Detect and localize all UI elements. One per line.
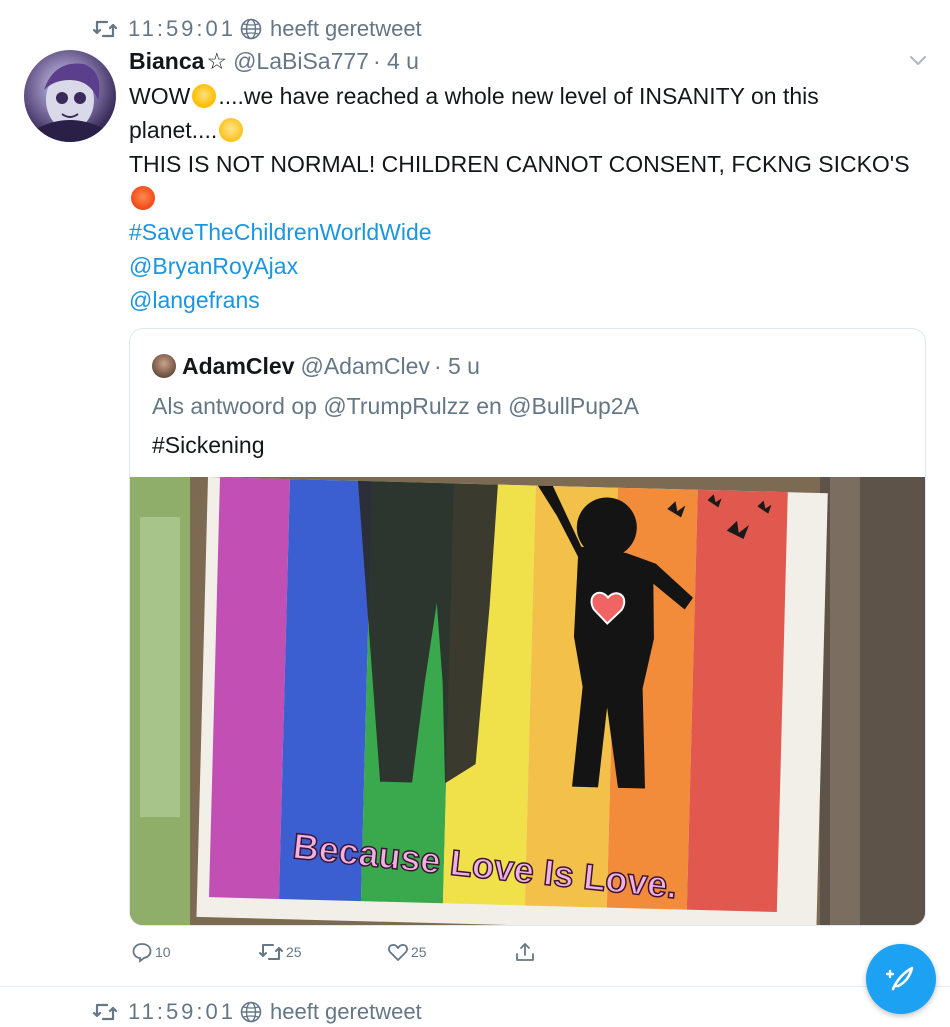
retweet-button[interactable]: 25 — [258, 938, 302, 966]
globe-icon — [240, 18, 262, 40]
user-handle[interactable]: @LaBiSa777 — [233, 48, 369, 75]
retweet-icon — [92, 20, 118, 38]
mention-link[interactable]: @langefrans — [129, 284, 260, 317]
quoted-tweet-text: #Sickening — [152, 432, 265, 458]
retweet-indicator: 11:59:01 heeft geretweet — [92, 14, 422, 44]
retweet-label: heeft geretweet — [270, 999, 422, 1024]
avatar-image — [34, 63, 106, 142]
reply-context: Als antwoord op @TrumpRulzz en @BullPup2… — [152, 393, 639, 419]
heart-icon — [388, 944, 408, 961]
retweet-label: heeft geretweet — [270, 16, 422, 41]
quoted-tweet-image[interactable]: Because Love Is Love. — [130, 477, 925, 925]
compose-tweet-button[interactable] — [866, 944, 936, 1014]
quoted-display-name: AdamClev — [182, 352, 295, 379]
avatar[interactable] — [24, 50, 116, 142]
chevron-down-icon[interactable] — [908, 52, 928, 68]
hashtag-link[interactable]: #SaveTheChildrenWorldWide — [129, 216, 432, 249]
display-name[interactable]: Bianca — [129, 48, 204, 75]
share-button[interactable] — [514, 938, 538, 966]
compose-tweet-icon — [885, 966, 914, 991]
angry-face-icon — [131, 186, 155, 210]
reply-icon — [132, 943, 152, 963]
reply-button[interactable]: 10 — [131, 938, 171, 966]
tweet-text-line — [129, 182, 157, 215]
mention-link[interactable]: @BryanRoyAjax — [129, 250, 298, 283]
tweet-header: Bianca ☆ @LaBiSa777 · 4 u — [129, 46, 419, 76]
globe-icon — [240, 1001, 262, 1023]
name-star-symbol: ☆ — [206, 47, 228, 74]
flushed-face-icon — [192, 84, 217, 108]
retweeter-handle[interactable]: 11:59:01 — [128, 999, 236, 1025]
quoted-avatar — [152, 354, 176, 378]
retweeter-handle[interactable]: 11:59:01 — [128, 16, 236, 42]
retweet-count: 25 — [286, 944, 302, 960]
retweet-indicator: 11:59:01 heeft geretweet — [92, 997, 422, 1027]
quoted-tweet-header: AdamClev @AdamClev · 5 u — [152, 351, 480, 381]
retweet-icon — [259, 944, 283, 960]
like-count: 25 — [411, 944, 427, 960]
like-button[interactable]: 25 — [387, 938, 427, 966]
reply-count: 10 — [155, 944, 171, 960]
tweet-text-line: THIS IS NOT NORMAL! CHILDREN CANNOT CONS… — [129, 151, 910, 177]
quoted-tweet-card[interactable]: AdamClev @AdamClev · 5 u Als antwoord op… — [129, 328, 926, 926]
tweet-text-line: planet.... — [129, 114, 245, 147]
share-icon — [516, 943, 534, 961]
retweet-icon — [92, 1003, 118, 1021]
tweet-divider — [0, 986, 950, 987]
tweet-text-line: WOW ....we have reached a whole new level… — [129, 83, 819, 109]
quoted-tweet-time: · 5 u — [433, 352, 480, 379]
tweet-time: · 4 u — [372, 47, 419, 74]
pensive-face-icon — [219, 118, 244, 142]
quoted-user-handle: @AdamClev — [300, 352, 430, 379]
